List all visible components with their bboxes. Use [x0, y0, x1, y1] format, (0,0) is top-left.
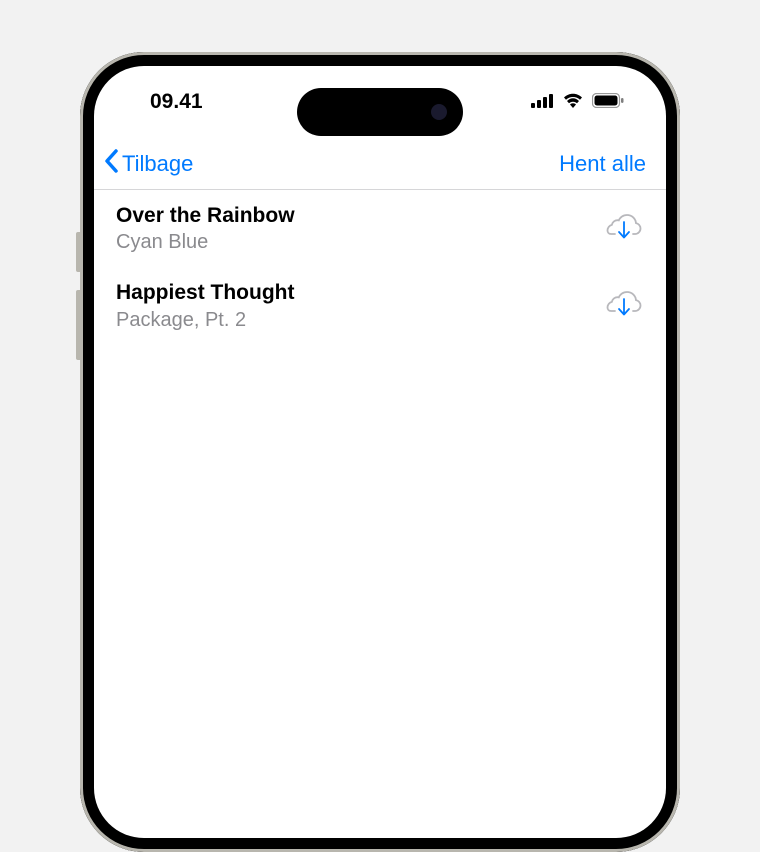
item-title: Over the Rainbow — [116, 202, 606, 229]
download-all-button[interactable]: Hent alle — [559, 151, 646, 177]
list-item[interactable]: Happiest Thought Package, Pt. 2 — [94, 267, 666, 344]
list-item[interactable]: Over the Rainbow Cyan Blue — [94, 190, 666, 267]
chevron-left-icon — [102, 148, 120, 180]
download-button[interactable] — [606, 211, 642, 247]
phone-frame: 09.41 Tilbage Hent all — [80, 52, 680, 852]
dynamic-island — [297, 88, 463, 136]
cloud-download-icon — [606, 212, 642, 245]
battery-icon — [592, 90, 624, 114]
cellular-icon — [531, 90, 554, 114]
item-subtitle: Cyan Blue — [116, 229, 606, 255]
back-label: Tilbage — [122, 151, 193, 177]
download-button[interactable] — [606, 288, 642, 324]
song-list: Over the Rainbow Cyan Blue Happiest Thou… — [94, 190, 666, 345]
wifi-icon — [562, 90, 584, 114]
item-text: Happiest Thought Package, Pt. 2 — [116, 279, 606, 332]
download-all-label: Hent alle — [559, 151, 646, 176]
cloud-download-icon — [606, 289, 642, 322]
back-button[interactable]: Tilbage — [102, 148, 193, 180]
item-title: Happiest Thought — [116, 279, 606, 306]
item-subtitle: Package, Pt. 2 — [116, 307, 606, 333]
status-time: 09.41 — [150, 90, 203, 114]
nav-bar: Tilbage Hent alle — [94, 138, 666, 190]
item-text: Over the Rainbow Cyan Blue — [116, 202, 606, 255]
screen: 09.41 Tilbage Hent all — [94, 66, 666, 838]
status-icons — [531, 90, 624, 114]
